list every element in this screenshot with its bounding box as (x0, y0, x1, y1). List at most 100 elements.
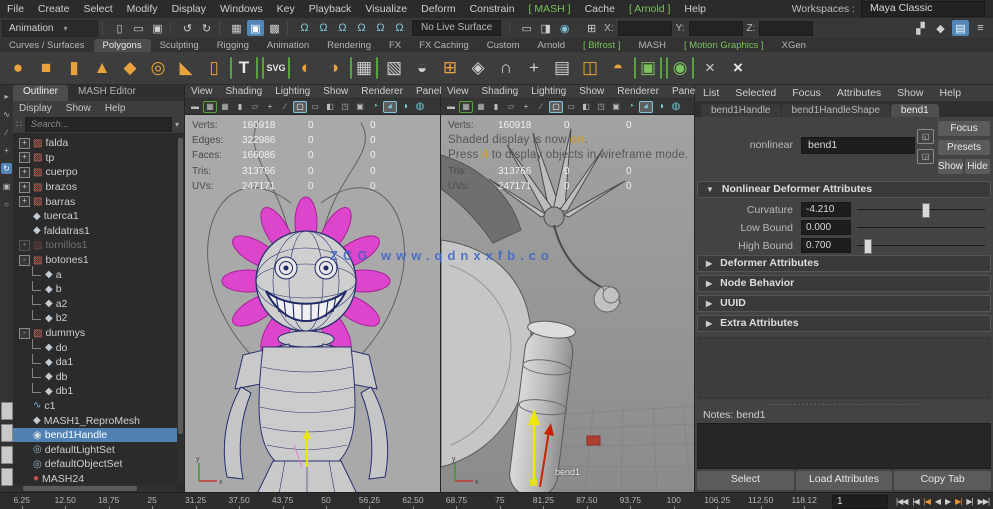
isolate-select-icon[interactable]: ◔ (624, 101, 638, 113)
poly-pyramid-icon[interactable]: ◣ (174, 56, 198, 80)
two-d-pan-icon[interactable]: + (263, 101, 277, 113)
lights-mode-icon[interactable]: ◳ (594, 101, 608, 113)
copy-tab-arrow-icon[interactable]: ◲ (917, 149, 934, 164)
menu-item[interactable]: Select (76, 3, 119, 15)
time-tick[interactable]: 50 (304, 493, 347, 509)
list-item[interactable]: ◆ db1 (13, 384, 184, 399)
svg-tool-icon[interactable]: SVG (262, 57, 290, 79)
grease-pencil-icon[interactable]: ∕ (278, 101, 292, 113)
snap-view-plane-icon[interactable]: Ω (372, 20, 389, 36)
list-item[interactable]: + ▨ falda (13, 136, 184, 151)
shelf-tab[interactable]: FX (380, 39, 410, 52)
play-forwards-icon[interactable]: ▶ (943, 497, 952, 506)
paint-select-icon[interactable]: ∕ (1, 127, 12, 138)
node-tab[interactable]: bend1Handle (701, 104, 781, 117)
list-item[interactable]: ◆ do (13, 340, 184, 355)
mirror-icon[interactable]: ◫ (578, 56, 602, 80)
poly-cylinder-icon[interactable]: ▮ (62, 56, 86, 80)
show-button[interactable]: Show (938, 159, 963, 174)
wireframe-mode-icon[interactable]: ▭ (308, 101, 322, 113)
menu-item[interactable]: Deform (414, 3, 462, 15)
four-pane-layout[interactable] (1, 424, 13, 442)
bookmark-icon[interactable]: ▮ (233, 101, 247, 113)
menu-item[interactable]: Windows (213, 3, 270, 15)
expand-toggle-icon[interactable]: + (19, 240, 30, 251)
search-input[interactable]: Search... (25, 117, 172, 132)
single-pane-layout[interactable] (1, 402, 13, 420)
combine-icon[interactable]: ▦ (350, 57, 378, 79)
viewport-menu-item[interactable]: Renderer (355, 86, 409, 97)
shelf-tab[interactable]: XGen (773, 39, 815, 52)
camera-attributes-icon[interactable]: ▦ (474, 101, 488, 113)
node-tab[interactable]: bend1 (891, 104, 939, 117)
go-to-end-icon[interactable]: ▶▶| (976, 497, 991, 506)
node-name-field[interactable]: bend1 (801, 137, 915, 154)
channel-box-toggle-icon[interactable]: ≡ (972, 20, 989, 36)
horizontal-scrollbar[interactable] (13, 485, 176, 492)
section-header-collapsed[interactable]: ▶ Deformer Attributes (697, 255, 991, 272)
panel-menu-item[interactable]: Help (99, 103, 132, 114)
list-item[interactable]: ◎ defaultLightSet (13, 442, 184, 457)
viewport-canvas[interactable]: x y Verts: 160918 0 0 Edges: 322986 0 0 (185, 115, 440, 492)
viewport-menu-item[interactable]: View (441, 86, 475, 97)
menu-item[interactable]: Create (31, 3, 77, 15)
panel-menu-item[interactable]: Attributes (829, 87, 889, 99)
time-tick[interactable]: 118.12 (782, 493, 825, 509)
time-tick[interactable]: 6.25 (0, 493, 43, 509)
curve-cross-icon[interactable]: × (698, 56, 722, 80)
save-scene-icon[interactable]: ▣ (149, 20, 166, 36)
time-tick[interactable]: 106.25 (696, 493, 739, 509)
menu-item[interactable]: Constrain (463, 3, 522, 15)
menu-item[interactable]: Display (165, 3, 213, 15)
viewport-menu-item[interactable]: Show (317, 86, 354, 97)
time-tick[interactable]: 62.50 (391, 493, 434, 509)
isolate-select-icon[interactable]: ◔ (368, 101, 382, 113)
section-header-collapsed[interactable]: ▶ UUID (697, 295, 991, 312)
select-camera-icon[interactable]: ▬ (188, 101, 202, 113)
shaded-mode-icon[interactable]: ▢ (293, 101, 307, 113)
snap-grid-icon[interactable]: Ω (296, 20, 313, 36)
list-item[interactable]: ◎ defaultObjectSet (13, 457, 184, 472)
last-tool-icon[interactable]: ○ (1, 199, 12, 210)
exposure-icon[interactable]: ◑ (398, 101, 412, 113)
viewport-menu-item[interactable]: Lighting (525, 86, 572, 97)
shelf-tab[interactable]: Motion Graphics (675, 39, 773, 52)
z-input[interactable] (759, 21, 813, 36)
shadows-mode-icon[interactable]: ▣ (609, 101, 623, 113)
expand-toggle-icon[interactable]: + (19, 196, 30, 207)
panel-menu-item[interactable]: List (695, 87, 727, 99)
separate-icon[interactable]: ▧ (382, 56, 406, 80)
quad-draw-icon[interactable]: ▤ (550, 56, 574, 80)
panel-tab[interactable]: MASH Editor (68, 85, 146, 101)
multi-cut-icon[interactable]: + (522, 56, 546, 80)
lights-mode-icon[interactable]: ◳ (338, 101, 352, 113)
new-scene-icon[interactable]: ▯ (111, 20, 128, 36)
render-current-icon[interactable]: ◨ (537, 20, 554, 36)
list-item[interactable]: ◉ bend1Handle (13, 428, 184, 443)
attribute-slider[interactable] (857, 239, 987, 252)
menu-item[interactable]: Playback (302, 3, 359, 15)
undo-icon[interactable]: ↺ (179, 20, 196, 36)
time-tick[interactable]: 18.75 (87, 493, 130, 509)
textured-mode-icon[interactable]: ◧ (579, 101, 593, 113)
chevron-down-icon[interactable]: ▾ (175, 120, 181, 129)
viewport-canvas[interactable]: x y Verts: 160918 0 0 Shaded display is … (441, 115, 694, 492)
slider-handle[interactable] (864, 239, 872, 254)
list-item[interactable]: + ▨ barras (13, 194, 184, 209)
filter-icon[interactable]: ∷ (16, 119, 22, 130)
list-item[interactable]: ◆ db (13, 370, 184, 385)
step-forward-frame-icon[interactable]: ▶| (964, 497, 974, 506)
render-view-icon[interactable]: ▭ (518, 20, 535, 36)
section-header-collapsed[interactable]: ▶ Extra Attributes (697, 315, 991, 332)
camera-attributes-icon[interactable]: ▦ (218, 101, 232, 113)
time-tick[interactable]: 81.25 (522, 493, 565, 509)
time-tick[interactable]: 37.50 (217, 493, 260, 509)
time-tick[interactable]: 100 (652, 493, 695, 509)
textured-mode-icon[interactable]: ◧ (323, 101, 337, 113)
xray-icon[interactable]: ◕ (383, 101, 397, 113)
list-item[interactable]: - ▨ botones1 (13, 253, 184, 268)
list-item[interactable]: ◆ b2 (13, 311, 184, 326)
delete-history-icon[interactable]: × (726, 56, 750, 80)
mash-add-icon[interactable]: ▣ (634, 57, 662, 79)
list-item[interactable]: ◆ a (13, 267, 184, 282)
